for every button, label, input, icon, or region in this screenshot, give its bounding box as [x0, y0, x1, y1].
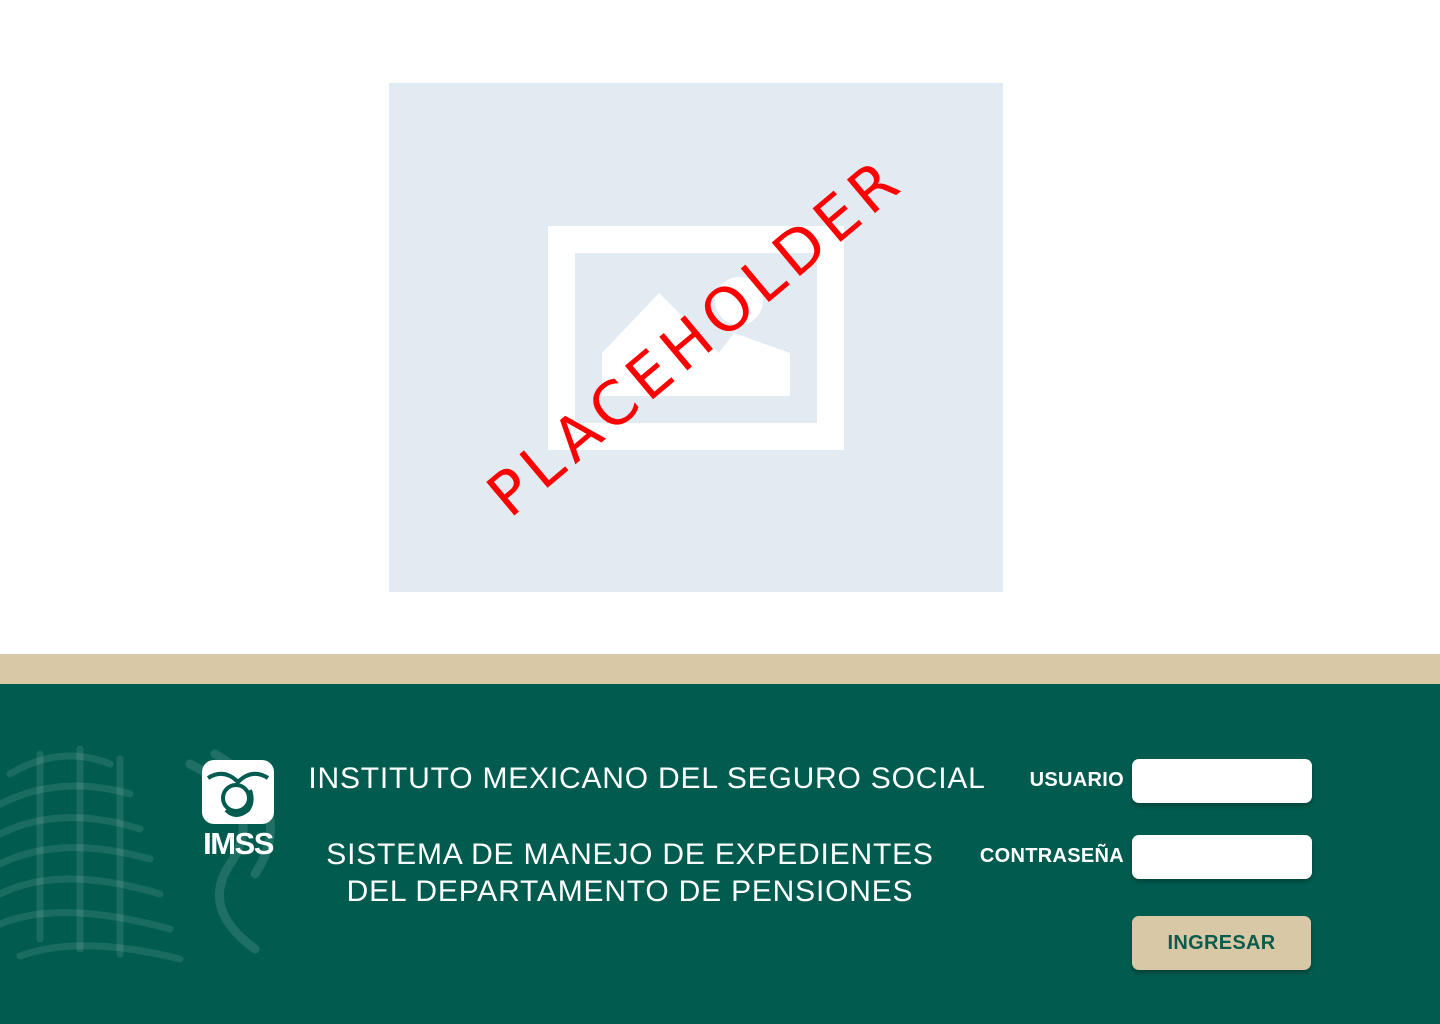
login-button[interactable]: INGRESAR: [1132, 916, 1311, 970]
hero-placeholder-image: PLACEHOLDER: [389, 83, 1003, 592]
system-title-line-1: SISTEMA DE MANEJO DE EXPEDIENTES: [326, 838, 934, 871]
accent-band: [0, 654, 1440, 684]
system-title: SISTEMA DE MANEJO DE EXPEDIENTES DEL DEP…: [300, 836, 960, 910]
password-input[interactable]: [1132, 835, 1312, 879]
login-page: PLACEHOLDER IMSS INSTITUTO MEXICANO DEL …: [0, 0, 1440, 1024]
password-label: CONTRASEÑA: [979, 845, 1124, 867]
system-title-line-2: DEL DEPARTAMENTO DE PENSIONES: [346, 875, 914, 908]
username-input[interactable]: [1132, 759, 1312, 803]
login-footer: IMSS INSTITUTO MEXICANO DEL SEGURO SOCIA…: [0, 684, 1440, 1024]
imss-logo: IMSS: [202, 760, 275, 858]
username-label: USUARIO: [1029, 769, 1124, 791]
logo-text: IMSS: [203, 826, 274, 858]
institution-title: INSTITUTO MEXICANO DEL SEGURO SOCIAL: [308, 762, 986, 795]
